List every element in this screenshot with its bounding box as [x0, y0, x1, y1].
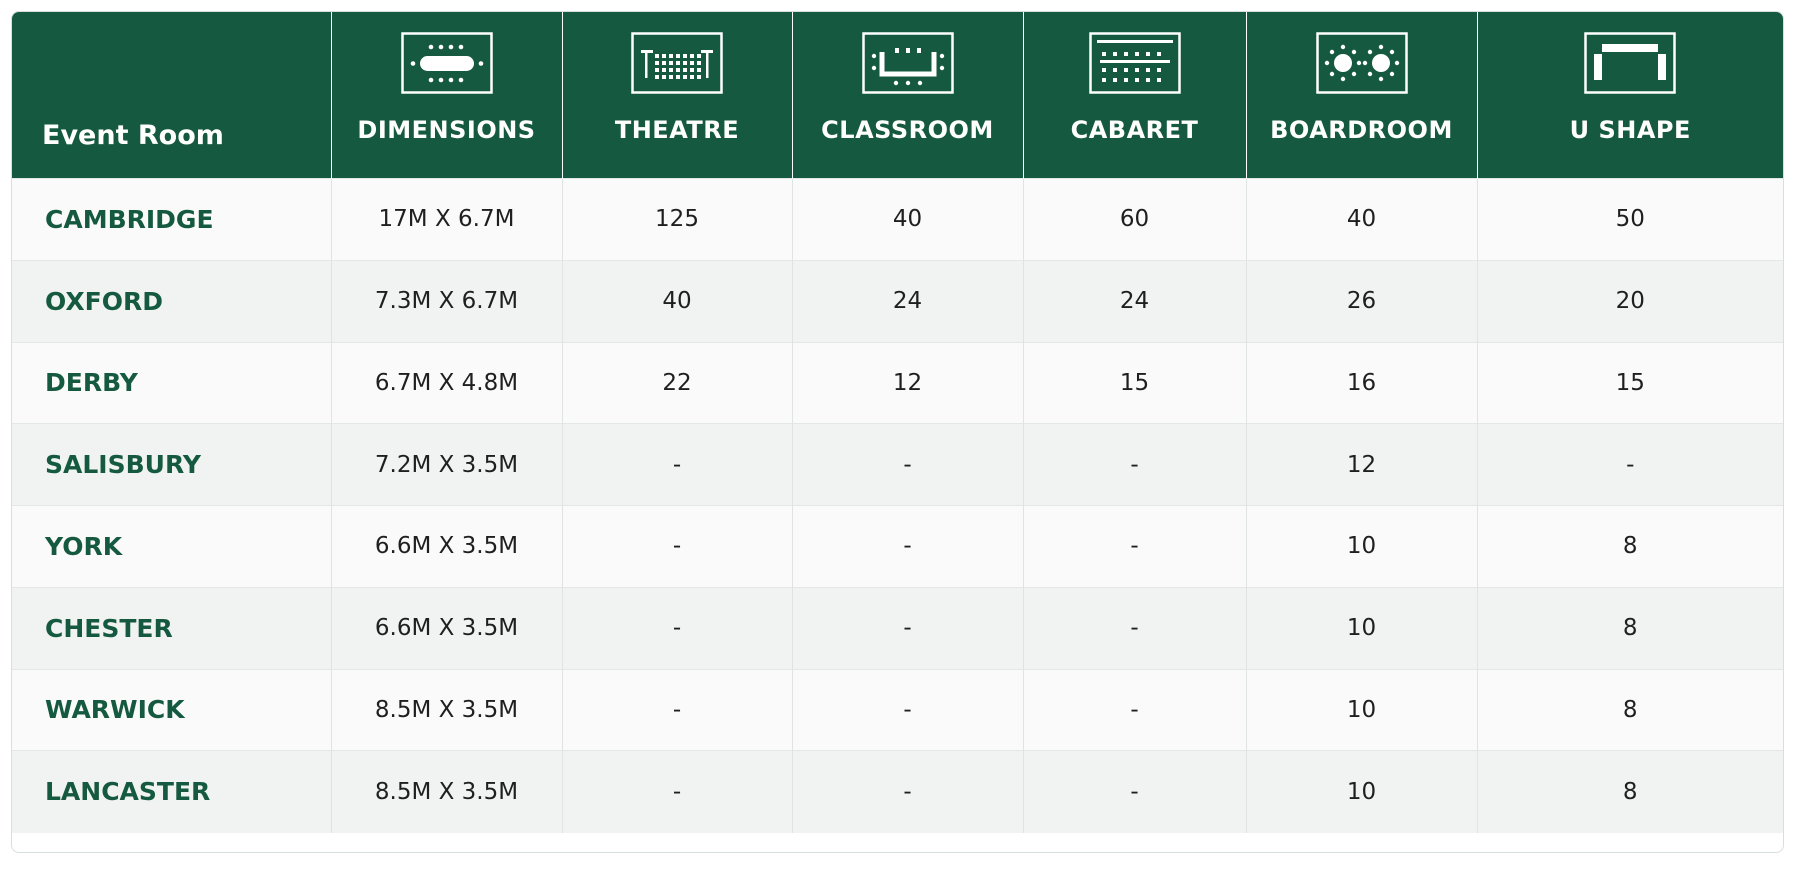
- dimensions-cell: 8.5M X 3.5M: [331, 668, 563, 751]
- table-row: DERBY 6.7M X 4.8M 22 12 15 16 15: [12, 341, 1783, 424]
- dimensions-cell: 8.5M X 3.5M: [331, 750, 563, 833]
- table-row: YORK 6.6M X 3.5M - - - 10 8: [12, 505, 1783, 588]
- capacity-table-card: Event Room DIMENSIONS THEATRE CLASSROOM …: [11, 11, 1784, 853]
- u-shape-cell: 8: [1477, 668, 1783, 751]
- header-event-room: Event Room: [12, 12, 332, 179]
- cabaret-cell: 60: [1023, 178, 1247, 261]
- boardroom-cell: 16: [1246, 341, 1478, 424]
- cabaret-cell: 24: [1023, 259, 1247, 342]
- dimensions-cell: 6.7M X 4.8M: [331, 341, 563, 424]
- boardroom-cell: 12: [1246, 423, 1478, 506]
- theatre-cell: -: [562, 750, 793, 833]
- dimensions-cell: 17M X 6.7M: [331, 178, 563, 261]
- column-label: DIMENSIONS: [357, 116, 536, 144]
- header-u-shape: U SHAPE: [1477, 12, 1783, 179]
- theatre-layout-icon: [631, 32, 723, 94]
- u-shape-layout-icon: [1584, 32, 1676, 94]
- dimensions-cell: 7.3M X 6.7M: [331, 259, 563, 342]
- room-name: OXFORD: [12, 259, 332, 342]
- cabaret-layout-icon: [1088, 32, 1181, 94]
- dimensions-cell: 6.6M X 3.5M: [331, 505, 563, 588]
- theatre-cell: 125: [562, 178, 793, 261]
- room-name: DERBY: [12, 341, 332, 424]
- column-label: BOARDROOM: [1270, 116, 1453, 144]
- column-label: CLASSROOM: [821, 116, 994, 144]
- classroom-cell: 40: [792, 178, 1024, 261]
- room-name: LANCASTER: [12, 750, 332, 833]
- boardroom-cell: 10: [1246, 586, 1478, 669]
- column-label: THEATRE: [614, 116, 740, 144]
- cabaret-cell: -: [1023, 423, 1247, 506]
- u-shape-cell: 8: [1477, 586, 1783, 669]
- room-name: WARWICK: [12, 668, 332, 751]
- header-boardroom: BOARDROOM: [1246, 12, 1478, 179]
- table-row: OXFORD 7.3M X 6.7M 40 24 24 26 20: [12, 259, 1783, 342]
- dimensions-cell: 7.2M X 3.5M: [331, 423, 563, 506]
- classroom-cell: 12: [792, 341, 1024, 424]
- boardroom-cell: 10: [1246, 668, 1478, 751]
- classroom-cell: 24: [792, 259, 1024, 342]
- room-name: CHESTER: [12, 586, 332, 669]
- header-dimensions: DIMENSIONS: [331, 12, 563, 179]
- classroom-cell: -: [792, 423, 1024, 506]
- room-name: YORK: [12, 505, 332, 588]
- header-cabaret: CABARET: [1023, 12, 1247, 179]
- boardroom-cell: 40: [1246, 178, 1478, 261]
- table-header-row: Event Room DIMENSIONS THEATRE CLASSROOM …: [12, 12, 1783, 179]
- table-row: CAMBRIDGE 17M X 6.7M 125 40 60 40 50: [12, 178, 1783, 261]
- column-label: CABARET: [1070, 116, 1199, 144]
- cabaret-cell: -: [1023, 668, 1247, 751]
- u-shape-cell: 20: [1477, 259, 1783, 342]
- header-theatre: THEATRE: [562, 12, 793, 179]
- room-name: CAMBRIDGE: [12, 178, 332, 261]
- theatre-cell: -: [562, 423, 793, 506]
- table-row: LANCASTER 8.5M X 3.5M - - - 10 8: [12, 750, 1783, 833]
- classroom-cell: -: [792, 750, 1024, 833]
- round-tables-layout-icon: [1315, 32, 1408, 94]
- boardroom-cell: 10: [1246, 750, 1478, 833]
- theatre-cell: -: [562, 505, 793, 588]
- classroom-layout-icon: [861, 32, 954, 94]
- boardroom-cell: 26: [1246, 259, 1478, 342]
- u-shape-cell: -: [1477, 423, 1783, 506]
- classroom-cell: -: [792, 668, 1024, 751]
- cabaret-cell: -: [1023, 586, 1247, 669]
- classroom-cell: -: [792, 586, 1024, 669]
- boardroom-cell: 10: [1246, 505, 1478, 588]
- header-label: Event Room: [42, 120, 224, 151]
- cabaret-cell: -: [1023, 750, 1247, 833]
- boardroom-table-icon: [400, 32, 493, 94]
- u-shape-cell: 15: [1477, 341, 1783, 424]
- table-row: WARWICK 8.5M X 3.5M - - - 10 8: [12, 668, 1783, 751]
- column-label: U SHAPE: [1569, 116, 1691, 144]
- classroom-cell: -: [792, 505, 1024, 588]
- header-classroom: CLASSROOM: [792, 12, 1024, 179]
- cabaret-cell: -: [1023, 505, 1247, 588]
- table-row: CHESTER 6.6M X 3.5M - - - 10 8: [12, 586, 1783, 669]
- theatre-cell: 22: [562, 341, 793, 424]
- theatre-cell: 40: [562, 259, 793, 342]
- room-name: SALISBURY: [12, 423, 332, 506]
- u-shape-cell: 50: [1477, 178, 1783, 261]
- theatre-cell: -: [562, 586, 793, 669]
- u-shape-cell: 8: [1477, 505, 1783, 588]
- cabaret-cell: 15: [1023, 341, 1247, 424]
- dimensions-cell: 6.6M X 3.5M: [331, 586, 563, 669]
- event-room-capacity-table: Event Room DIMENSIONS THEATRE CLASSROOM …: [12, 12, 1783, 833]
- theatre-cell: -: [562, 668, 793, 751]
- u-shape-cell: 8: [1477, 750, 1783, 833]
- table-row: SALISBURY 7.2M X 3.5M - - - 12 -: [12, 423, 1783, 506]
